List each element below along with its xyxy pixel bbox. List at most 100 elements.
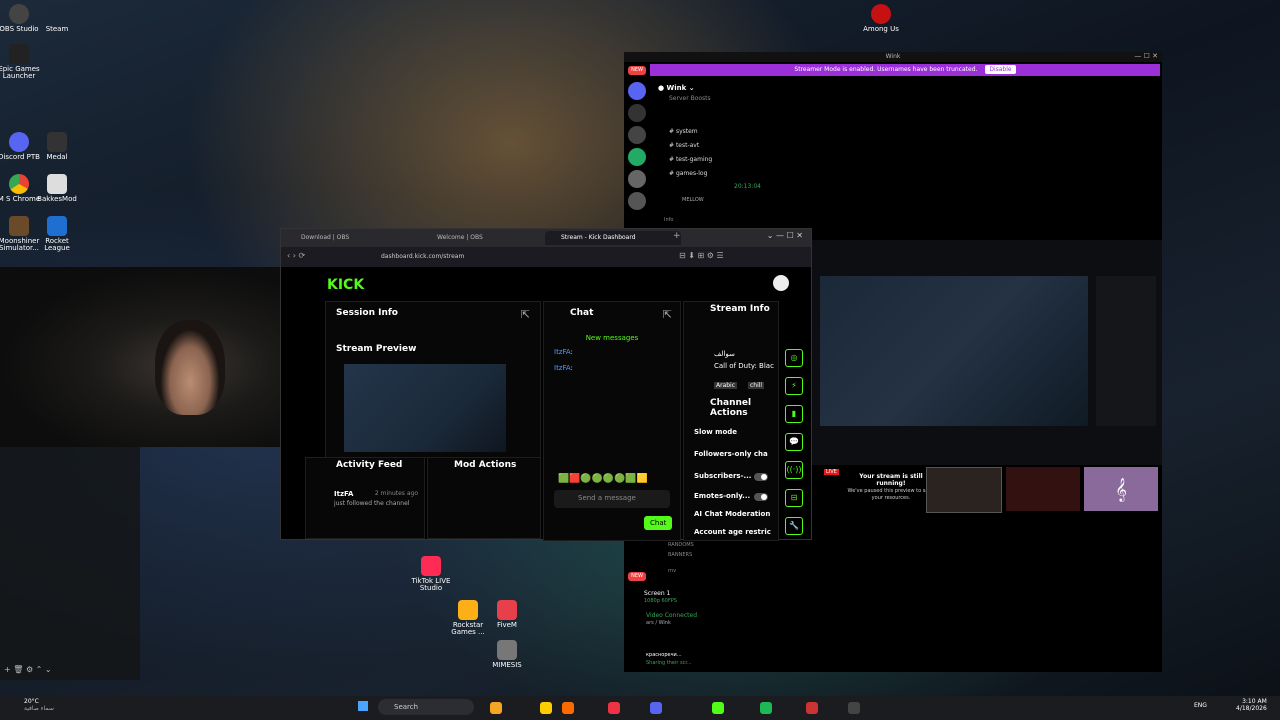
clock-date: 4/18/2026 bbox=[1236, 705, 1267, 712]
new-tab-button[interactable]: + bbox=[673, 231, 681, 241]
fivem-desktop-icon[interactable]: FiveM bbox=[484, 600, 530, 629]
chat-text: : bbox=[570, 348, 573, 356]
ai-chat-moderation-action[interactable]: AI Chat Moderation bbox=[694, 510, 770, 518]
language-indicator[interactable]: ENG bbox=[1194, 702, 1207, 709]
screen-share-panel[interactable]: Screen 1 1080p 60FPS bbox=[644, 590, 677, 604]
discord-titlebar: Wink bbox=[624, 52, 1162, 62]
browser-window: Download | OBS Welcome | OBS Stream - Ki… bbox=[280, 228, 812, 541]
toolbar-icons[interactable]: ⊟ ⬇ ⊞ ⚙ ☰ bbox=[679, 251, 724, 260]
obs-icon[interactable] bbox=[848, 702, 860, 714]
desktop-icon-label: TikTok LIVE Studio bbox=[411, 577, 451, 593]
folder-icon[interactable] bbox=[540, 702, 552, 714]
toolbar-button[interactable]: ((·)) bbox=[785, 461, 803, 479]
spotify-icon[interactable] bbox=[760, 702, 772, 714]
desktop-icon-label: Among Us bbox=[863, 25, 899, 33]
toolbar-button[interactable]: 🔧 bbox=[785, 517, 803, 535]
dock-controls[interactable]: + 🗑 ⚙ ⌃ ⌄ bbox=[4, 665, 52, 674]
new-messages-divider[interactable]: New messages bbox=[544, 334, 680, 342]
server-icon[interactable] bbox=[628, 82, 646, 100]
address-field[interactable]: dashboard.kick.com/stream bbox=[381, 251, 621, 263]
mimesis-desktop-icon[interactable]: MIMESIS bbox=[484, 640, 530, 669]
toolbar-button[interactable]: 💬 bbox=[785, 433, 803, 451]
taskbar: 20°C سماء صافية Search ENG 3:10 AM 4/18/20… bbox=[0, 696, 1280, 720]
steam-desktop-icon[interactable]: Steam bbox=[34, 4, 80, 33]
channel-item[interactable]: rnv bbox=[668, 568, 676, 574]
channel-item[interactable]: RANDOMS bbox=[668, 542, 694, 548]
account-age-action[interactable]: Account age restric bbox=[694, 528, 771, 536]
medal-desktop-icon[interactable]: Medal bbox=[34, 132, 80, 161]
browser-icon[interactable] bbox=[562, 702, 574, 714]
chat-placeholder: Send a message bbox=[578, 494, 636, 502]
desktop-icon-label: OBS Studio bbox=[0, 25, 39, 33]
toolbar-button[interactable]: ⚡ bbox=[785, 377, 803, 395]
new-badge: NEW bbox=[628, 66, 646, 75]
channel-item[interactable]: # system bbox=[669, 128, 698, 135]
screen-share-sub: 1080p 60FPS bbox=[644, 598, 677, 604]
weather-widget[interactable]: 20°C سماء صافية bbox=[24, 698, 54, 712]
epic-games-desktop-icon[interactable]: Epic Games Launcher bbox=[0, 44, 42, 81]
tab-download-obs[interactable]: Download | OBS bbox=[285, 231, 431, 245]
discord-icon[interactable] bbox=[650, 702, 662, 714]
tab-kick-dashboard[interactable]: Stream - Kick Dashboard bbox=[545, 231, 681, 245]
clock[interactable]: 3:10 AM 4/18/2026 bbox=[1236, 698, 1267, 712]
webcam-thumbnail[interactable] bbox=[926, 467, 1002, 513]
followers-only-action[interactable]: Followers-only cha bbox=[694, 450, 768, 458]
toolbar-button[interactable]: ◎ bbox=[785, 349, 803, 367]
mod-actions-title: Mod Actions bbox=[454, 460, 517, 470]
popout-icon[interactable]: ⇱ bbox=[663, 308, 672, 321]
activity-feed-title: Activity Feed bbox=[336, 460, 403, 470]
start-icon[interactable] bbox=[358, 701, 368, 711]
info-category[interactable]: Info bbox=[664, 217, 673, 223]
server-icon[interactable] bbox=[628, 148, 646, 166]
tiktok-live-desktop-icon[interactable]: TikTok LIVE Studio bbox=[408, 556, 454, 593]
user-name[interactable]: красноречи... bbox=[646, 652, 682, 658]
subscribers-toggle[interactable] bbox=[754, 473, 768, 481]
kick-logo[interactable]: KICK bbox=[327, 277, 364, 293]
tab-welcome-obs[interactable]: Welcome | OBS bbox=[421, 231, 557, 245]
toolbar-button[interactable]: ▮ bbox=[785, 405, 803, 423]
server-icon[interactable] bbox=[628, 192, 646, 210]
kick-icon[interactable] bbox=[712, 702, 724, 714]
obs-dock-area: + 🗑 ⚙ ⌃ ⌄ bbox=[0, 447, 140, 680]
server-icon[interactable] bbox=[628, 170, 646, 188]
channel-actions-title: Channel Actions bbox=[710, 398, 752, 418]
taskbar-app-icon[interactable] bbox=[806, 702, 818, 714]
server-name[interactable]: ● Wink ⌄ bbox=[658, 84, 695, 92]
chat-input[interactable]: Send a message bbox=[554, 490, 670, 508]
channel-item[interactable]: # games-log bbox=[669, 170, 707, 177]
emote-row[interactable]: 🟩🟥🟢🟢🟢🟢🟩🟨 bbox=[558, 474, 648, 484]
emotes-only-action[interactable]: Emotes-only... bbox=[694, 492, 750, 500]
session-info-title: Session Info bbox=[336, 308, 398, 318]
activity-user[interactable]: ItzFA bbox=[334, 490, 353, 498]
bakkesmod-desktop-icon[interactable]: BakkesMod bbox=[34, 174, 80, 203]
video-sub: ars / Wink bbox=[646, 620, 671, 626]
search-box[interactable]: Search bbox=[378, 699, 474, 715]
emotes-toggle[interactable] bbox=[754, 493, 768, 501]
taskbar-app-icon[interactable] bbox=[490, 702, 502, 714]
avatar[interactable] bbox=[773, 275, 789, 291]
tag-badge: chill bbox=[748, 382, 765, 389]
source-thumbnail[interactable] bbox=[1006, 467, 1080, 511]
disable-button[interactable]: Disable bbox=[985, 65, 1016, 74]
toolbar-button[interactable]: ⊟ bbox=[785, 489, 803, 507]
server-icon[interactable] bbox=[628, 126, 646, 144]
music-icon[interactable]: 𝄞 bbox=[1084, 467, 1158, 511]
nav-buttons[interactable]: ‹ › ⟳ bbox=[287, 251, 305, 260]
slow-mode-action[interactable]: Slow mode bbox=[694, 428, 737, 436]
window-title: Wink bbox=[885, 53, 901, 60]
send-chat-button[interactable]: Chat bbox=[644, 516, 673, 530]
channel-item[interactable]: # test-gaming bbox=[669, 156, 712, 163]
stream-category[interactable]: Call of Duty: Blac bbox=[714, 362, 774, 370]
window-controls[interactable]: — ☐ ✕ bbox=[1134, 52, 1158, 60]
popout-icon[interactable]: ⇱ bbox=[521, 308, 530, 321]
window-controls[interactable]: ⌄ — ☐ ✕ bbox=[767, 231, 803, 240]
voice-user[interactable]: MELLOW bbox=[682, 197, 704, 203]
subscribers-only-action[interactable]: Subscribers-... bbox=[694, 472, 751, 480]
among-us-desktop-icon[interactable]: Among Us bbox=[858, 4, 904, 33]
rocket-league-desktop-icon[interactable]: Rocket League bbox=[34, 216, 80, 253]
channel-item[interactable]: # test-avt bbox=[669, 142, 699, 149]
server-icon[interactable] bbox=[628, 104, 646, 122]
taskbar-app-icon[interactable] bbox=[608, 702, 620, 714]
channel-item[interactable]: BANNERS bbox=[668, 552, 692, 558]
webcam-feed bbox=[0, 267, 280, 447]
